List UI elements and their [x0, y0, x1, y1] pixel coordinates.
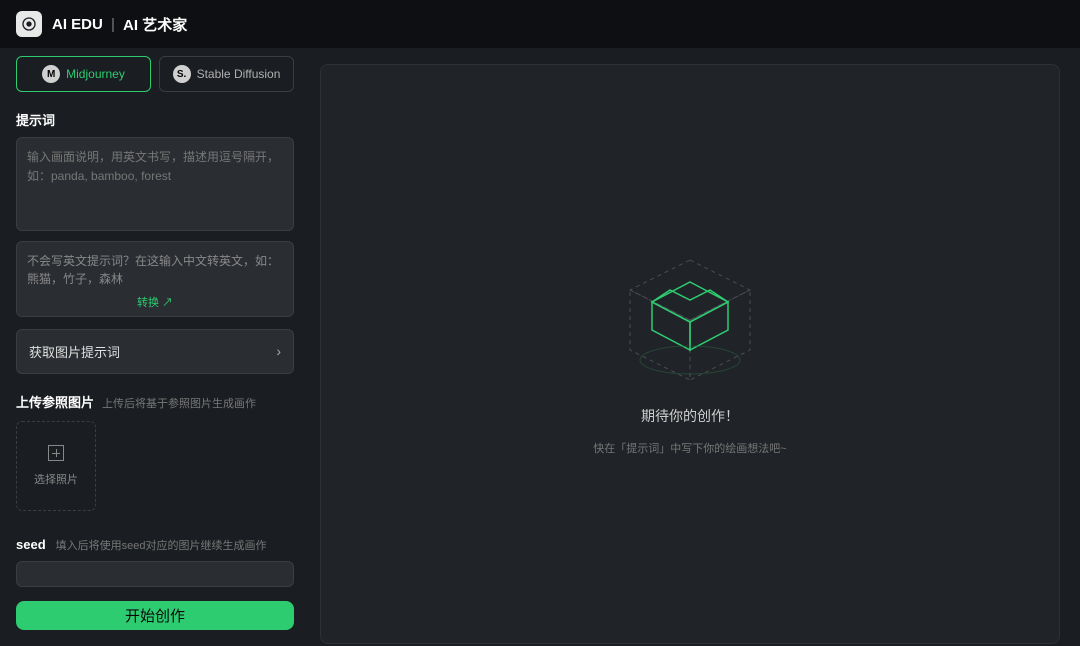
- prompt-label: 提示词: [16, 110, 294, 129]
- upload-button-label: 选择照片: [34, 471, 78, 487]
- upload-hint: 上传后将基于参照图片生成画作: [102, 395, 256, 411]
- midjourney-icon: M: [42, 65, 60, 83]
- brand-name: AI EDU: [52, 16, 103, 33]
- stable-diffusion-icon: S.: [173, 65, 191, 83]
- get-image-prompt-label: 获取图片提示词: [29, 342, 120, 361]
- tab-stable-diffusion[interactable]: S. Stable Diffusion: [159, 56, 294, 92]
- main-area: 期待你的创作！ 快在「提示词」中写下你的绘画想法吧~: [310, 48, 1080, 646]
- translate-button[interactable]: 转换 ↗: [27, 288, 283, 310]
- control-sidebar: M Midjourney S. Stable Diffusion 提示词 不会写…: [0, 48, 310, 646]
- empty-box-icon: [610, 252, 770, 392]
- tab-label: Midjourney: [66, 67, 125, 81]
- title-separator: |: [111, 16, 115, 33]
- chevron-right-icon: ›: [276, 343, 281, 359]
- app-header: AI EDU | AI 艺术家: [0, 0, 1080, 48]
- translate-box[interactable]: 不会写英文提示词？在这输入中文转英文，如：熊猫，竹子，森林 转换 ↗: [16, 241, 294, 317]
- upload-label: 上传参照图片: [16, 392, 94, 411]
- translate-placeholder: 不会写英文提示词？在这输入中文转英文，如：熊猫，竹子，森林: [27, 252, 283, 288]
- result-canvas: 期待你的创作！ 快在「提示词」中写下你的绘画想法吧~: [320, 64, 1060, 644]
- upload-box[interactable]: 选择照片: [16, 421, 96, 511]
- prompt-input[interactable]: [16, 137, 294, 231]
- page-subtitle: AI 艺术家: [123, 14, 187, 35]
- logo-icon: [16, 11, 42, 37]
- model-tabs: M Midjourney S. Stable Diffusion: [16, 56, 294, 92]
- seed-hint: 填入后将使用seed对应的图片继续生成画作: [56, 537, 267, 553]
- plus-icon: [48, 445, 64, 461]
- page-title: AI EDU | AI 艺术家: [52, 14, 187, 35]
- canvas-title: 期待你的创作！: [641, 406, 739, 426]
- tab-label: Stable Diffusion: [197, 67, 281, 81]
- canvas-hint: 快在「提示词」中写下你的绘画想法吧~: [593, 440, 786, 456]
- get-image-prompt-row[interactable]: 获取图片提示词 ›: [16, 329, 294, 374]
- generate-button[interactable]: 开始创作: [16, 601, 294, 630]
- tab-midjourney[interactable]: M Midjourney: [16, 56, 151, 92]
- seed-label: seed: [16, 537, 46, 552]
- seed-input[interactable]: [16, 561, 294, 587]
